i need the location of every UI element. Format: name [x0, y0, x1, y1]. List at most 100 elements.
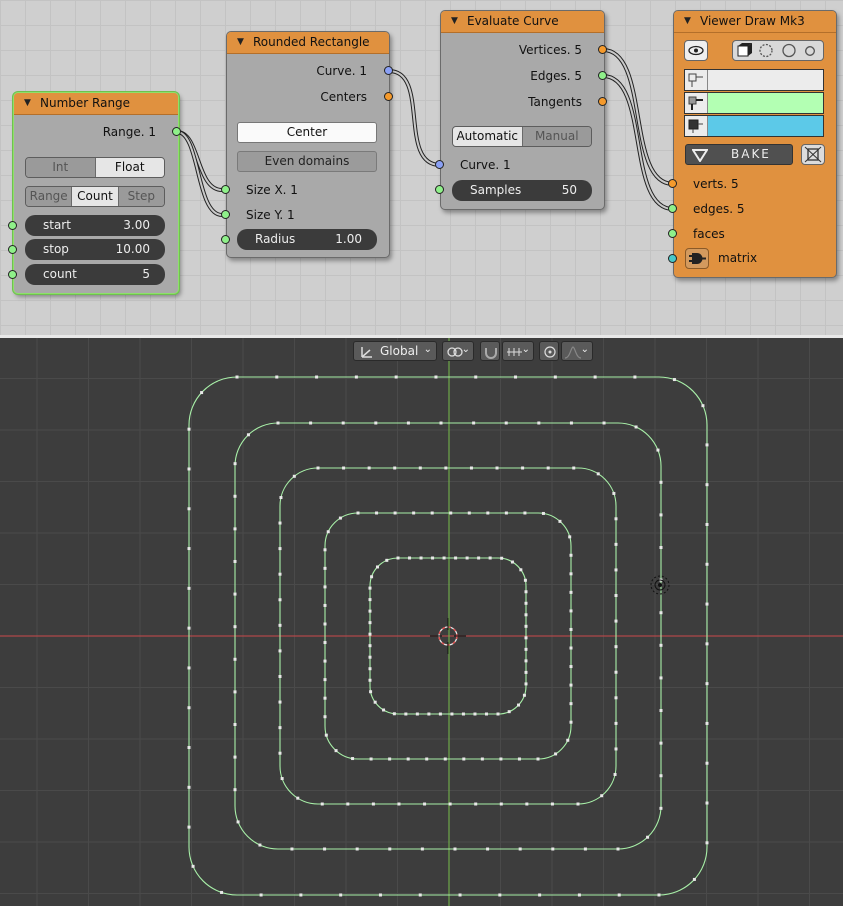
curve-vertex	[246, 433, 250, 437]
orientation-dropdown[interactable]: Global ⌄	[353, 341, 437, 361]
socket-range-output[interactable]	[172, 127, 181, 136]
curve-vertex	[569, 609, 573, 613]
edge-color-row[interactable]	[684, 92, 824, 114]
curve-vertex	[517, 703, 521, 707]
number-mode-toggle[interactable]: Int Float	[25, 157, 165, 178]
node-number-range[interactable]: ▼ Number Range Range. 1 Int Float Range …	[13, 92, 179, 294]
socket-faces-input[interactable]	[668, 229, 677, 238]
socket-tangents-output[interactable]	[598, 97, 607, 106]
curve-vertex	[705, 483, 709, 487]
curve-vertex	[488, 556, 492, 560]
bake-settings-button[interactable]	[801, 144, 825, 165]
curve-vertex	[187, 666, 191, 670]
socket-start-input[interactable]	[8, 221, 17, 230]
socket-count-input[interactable]	[8, 270, 17, 279]
curve-vertex	[524, 659, 528, 663]
curve-vertex	[418, 466, 422, 470]
node-evaluate-curve[interactable]: ▼ Evaluate Curve Vertices. 5 Edges. 5 Ta…	[440, 10, 605, 210]
falloff-dropdown[interactable]: ⌄	[561, 341, 593, 361]
node-header[interactable]: ▼ Number Range	[14, 93, 178, 115]
evaluate-mode-toggle[interactable]: Automatic Manual	[452, 126, 592, 147]
snap-toggle[interactable]	[480, 341, 500, 361]
curve-vertex	[705, 602, 709, 606]
socket-centers-output[interactable]	[384, 92, 393, 101]
socket-matrix-input[interactable]	[668, 254, 677, 263]
socket-stop-input[interactable]	[8, 245, 17, 254]
proportional-edit-toggle[interactable]	[539, 341, 559, 361]
socket-edges-input[interactable]	[668, 204, 677, 213]
count-field[interactable]: count 5	[25, 264, 165, 285]
curve-vertex	[705, 841, 709, 845]
curve-vertex	[523, 578, 527, 582]
curve-vertex	[537, 421, 541, 425]
radius-field[interactable]: Radius 1.00	[237, 229, 377, 250]
stop-field[interactable]: stop 10.00	[25, 239, 165, 260]
socket-vertices-output[interactable]	[598, 45, 607, 54]
socket-size-x-input[interactable]	[221, 185, 230, 194]
samples-field[interactable]: Samples 50	[452, 180, 592, 201]
node-viewer-draw[interactable]: ▼ Viewer Draw Mk3 BAKE verts. 5 edges. 5…	[673, 10, 837, 278]
bake-button[interactable]: BAKE	[685, 144, 793, 165]
curve-vertex	[504, 421, 508, 425]
curve-vertex	[334, 749, 338, 753]
snap-element-dropdown[interactable]: ⌄	[502, 341, 534, 361]
range-mode-count-button[interactable]: Count	[72, 187, 119, 206]
socket-edges-output[interactable]	[598, 71, 607, 80]
curve-vertex	[614, 670, 618, 674]
curve-vertex	[524, 647, 528, 651]
socket-curve-input[interactable]	[435, 160, 444, 169]
curve-vertex	[200, 391, 204, 395]
node-header[interactable]: ▼ Viewer Draw Mk3	[674, 11, 836, 33]
mode-automatic-button[interactable]: Automatic	[453, 127, 523, 146]
curve-vertex	[320, 802, 324, 806]
face-color-row[interactable]	[684, 115, 824, 137]
socket-curve-output[interactable]	[384, 66, 393, 75]
range-mode-range-button[interactable]: Range	[26, 187, 73, 206]
curve-vertex	[569, 702, 573, 706]
node-editor[interactable]: ▼ Number Range Range. 1 Int Float Range …	[0, 0, 843, 335]
curve-vertex	[504, 511, 508, 515]
curve-vertex	[341, 421, 345, 425]
curve-vertex	[404, 712, 408, 716]
collapse-triangle-icon[interactable]: ▼	[684, 16, 691, 26]
3d-viewport[interactable]: Global ⌄ ⌄ ⌄ ⌄	[0, 338, 843, 906]
show-toggle-button[interactable]	[684, 40, 708, 61]
curve-vertex	[355, 847, 359, 851]
mode-int-button[interactable]: Int	[26, 158, 96, 177]
mode-manual-button[interactable]: Manual	[522, 127, 591, 146]
node-header[interactable]: ▼ Evaluate Curve	[441, 11, 604, 33]
socket-samples-input[interactable]	[435, 185, 444, 194]
start-field[interactable]: start 3.00	[25, 215, 165, 236]
socket-verts-input[interactable]	[668, 179, 677, 188]
even-domains-button[interactable]: Even domains	[237, 151, 377, 172]
curve-vertex	[326, 530, 330, 534]
range-mode-toggle[interactable]: Range Count Step	[25, 186, 165, 207]
socket-size-y-input[interactable]	[221, 210, 230, 219]
socket-radius-input[interactable]	[221, 235, 230, 244]
collapse-triangle-icon[interactable]: ▼	[237, 37, 244, 47]
range-mode-step-button[interactable]: Step	[118, 187, 164, 206]
center-button[interactable]: Center	[237, 122, 377, 143]
matrix-toggle-button[interactable]	[685, 248, 709, 269]
curve-vertex	[187, 706, 191, 710]
node-rounded-rectangle[interactable]: ▼ Rounded Rectangle Curve. 1 Centers Cen…	[226, 31, 390, 258]
curve-vertex	[368, 632, 372, 636]
curve-vertex	[617, 893, 621, 897]
vertex-color-row[interactable]	[684, 69, 824, 91]
node-header[interactable]: ▼ Rounded Rectangle	[227, 32, 389, 54]
display-mode-buttons[interactable]	[732, 40, 824, 61]
collapse-triangle-icon[interactable]: ▼	[24, 98, 31, 108]
pivot-point-dropdown[interactable]: ⌄	[442, 341, 474, 361]
link-curve-curve-fill	[388, 70, 441, 166]
curve-vertex	[469, 466, 473, 470]
chevron-down-icon: ⌄	[580, 344, 589, 355]
field-label: count	[43, 267, 77, 281]
curve-vertex	[393, 511, 397, 515]
curve-vertex	[425, 757, 429, 761]
curve-vertex	[614, 696, 618, 700]
curve-vertex	[368, 609, 372, 613]
mode-float-button[interactable]: Float	[95, 158, 164, 177]
collapse-triangle-icon[interactable]: ▼	[451, 16, 458, 26]
field-label: Radius	[255, 232, 296, 246]
curve-vertex	[458, 893, 462, 897]
